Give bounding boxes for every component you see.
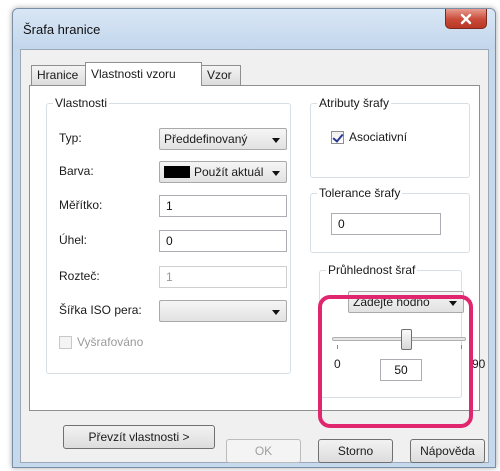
spacing-label: Rozteč:	[59, 269, 100, 283]
type-label: Typ:	[59, 131, 82, 145]
ok-button[interactable]: OK	[226, 439, 301, 463]
iso-pen-width-dropdown[interactable]	[159, 300, 287, 322]
associative-checkbox[interactable]	[331, 131, 344, 144]
inherit-properties-button[interactable]: Převzít vlastnosti >	[63, 425, 215, 449]
chevron-down-icon	[272, 310, 280, 315]
color-dropdown[interactable]: Použít aktuál	[159, 161, 287, 183]
hatch-attributes-group: Atributy šrafy Asociativní	[310, 96, 470, 178]
color-label: Barva:	[59, 164, 94, 178]
color-dropdown-value: Použít aktuál	[194, 165, 264, 179]
associative-label: Asociativní	[349, 130, 408, 144]
transparency-label: Průhlednost šraf	[326, 263, 418, 277]
angle-label: Úhel:	[59, 233, 88, 247]
chevron-down-icon	[272, 171, 280, 176]
gap-tolerance-input[interactable]: 0	[331, 213, 441, 235]
double-hatch-label: Vyšrafováno	[77, 335, 144, 349]
close-button[interactable]	[445, 9, 487, 29]
scale-input[interactable]: 1	[159, 195, 287, 217]
tab-vlastnosti-vzoru[interactable]: Vlastnosti vzoru	[85, 62, 202, 86]
dialog-client-area: Hranice Vlastnosti vzoru Vzor Vlastnosti…	[20, 49, 489, 463]
properties-group: Vlastnosti Typ: Předdefinovaný Barva: Po…	[46, 96, 291, 374]
window-title: Šrafa hranice	[23, 22, 101, 37]
gap-tolerance-group: Tolerance šrafy 0	[310, 186, 470, 253]
iso-pen-width-label: Šířka ISO pera:	[59, 303, 142, 317]
tab-vzor[interactable]: Vzor	[201, 65, 241, 85]
double-hatch-checkbox[interactable]	[59, 336, 72, 349]
help-button[interactable]: Nápověda	[410, 439, 485, 463]
chevron-down-icon	[272, 138, 280, 143]
tab-panel: Vlastnosti Typ: Předdefinovaný Barva: Po…	[29, 85, 485, 449]
highlight-annotation	[318, 295, 473, 428]
transparency-max-label: 90	[472, 357, 486, 371]
title-bar[interactable]: Šrafa hranice	[13, 9, 495, 49]
scale-label: Měřítko:	[59, 198, 103, 212]
tab-hranice[interactable]: Hranice	[31, 65, 86, 85]
type-dropdown[interactable]: Předdefinovaný	[159, 128, 287, 150]
color-swatch	[164, 166, 190, 178]
hatch-attributes-label: Atributy šrafy	[317, 96, 392, 110]
angle-input[interactable]: 0	[159, 230, 287, 252]
dialog-window: Šrafa hranice Hranice Vlastnosti vzoru V…	[12, 8, 496, 468]
cancel-button[interactable]: Storno	[318, 439, 393, 463]
spacing-input[interactable]: 1	[159, 266, 287, 288]
properties-group-label: Vlastnosti	[53, 96, 110, 110]
type-dropdown-value: Předdefinovaný	[164, 132, 248, 146]
gap-tolerance-label: Tolerance šrafy	[317, 186, 403, 200]
close-icon	[460, 13, 472, 24]
